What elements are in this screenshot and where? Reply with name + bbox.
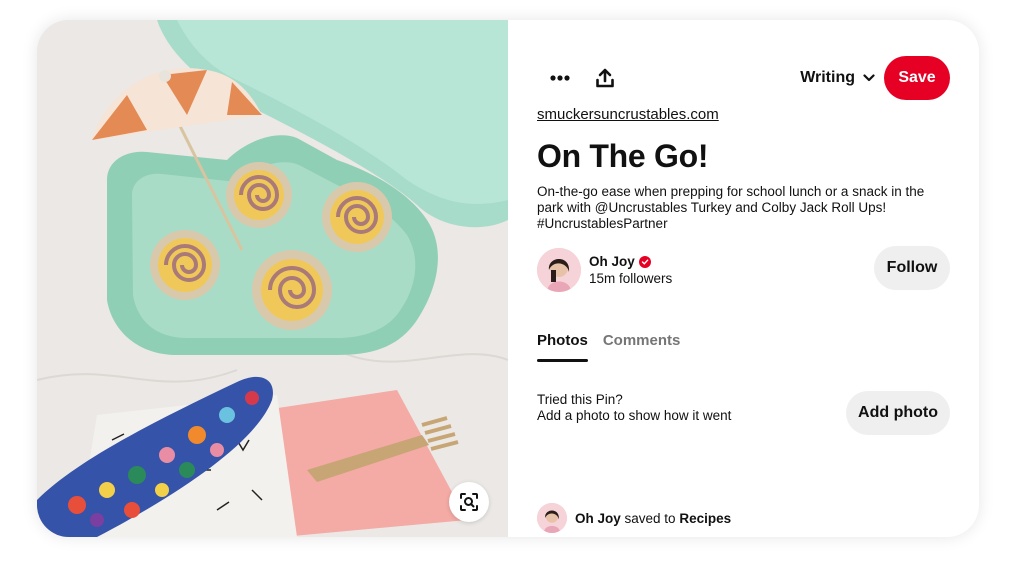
pin-tabs: Photos Comments: [537, 332, 680, 362]
board-selector-label: Writing: [800, 69, 855, 86]
pinwheel-2: [322, 182, 392, 252]
more-options-button[interactable]: [540, 58, 580, 98]
saver-name[interactable]: Oh Joy: [575, 511, 621, 526]
share-button[interactable]: [585, 58, 625, 98]
saved-attribution: Oh Joy saved to Recipes: [537, 503, 731, 533]
pin-image[interactable]: [37, 20, 508, 537]
pinwheel-4: [252, 250, 332, 330]
tab-photos[interactable]: Photos: [537, 332, 588, 362]
pinwheel-1: [226, 162, 292, 228]
creator-row: Oh Joy 15m followers Follow: [537, 246, 950, 294]
pinwheel-3: [150, 230, 220, 300]
saver-avatar[interactable]: [537, 503, 567, 533]
visual-search-button[interactable]: [449, 482, 489, 522]
ellipsis-icon: [550, 75, 570, 81]
pin-info-panel: Writing Save smuckersuncrustables.com On…: [508, 20, 979, 537]
tried-pin-subtitle: Add a photo to show how it went: [537, 408, 732, 423]
creator-name[interactable]: Oh Joy: [589, 254, 651, 269]
saver-avatar-image: [537, 503, 567, 533]
pin-toolbar: Writing Save: [508, 56, 979, 100]
chevron-down-icon: [863, 74, 875, 82]
verified-badge-icon: [638, 255, 651, 268]
pin-closeup-card: Writing Save smuckersuncrustables.com On…: [37, 20, 979, 537]
tab-comments[interactable]: Comments: [603, 332, 681, 360]
creator-avatar[interactable]: [537, 248, 581, 292]
add-photo-button[interactable]: Add photo: [846, 391, 950, 435]
share-upload-icon: [596, 68, 614, 88]
pin-description: On-the-go ease when prepping for school …: [537, 184, 925, 231]
tried-pin-title: Tried this Pin?: [537, 392, 623, 407]
saved-attribution-text: Oh Joy saved to Recipes: [575, 511, 731, 526]
saved-board-name[interactable]: Recipes: [679, 511, 731, 526]
follower-count: 15m followers: [589, 271, 673, 286]
creator-name-text: Oh Joy: [589, 254, 635, 269]
tried-pin-prompt: Tried this Pin? Add a photo to show how …: [537, 392, 731, 424]
board-selector[interactable]: Writing: [800, 56, 875, 100]
follow-button[interactable]: Follow: [874, 246, 950, 290]
creator-avatar-image: [537, 248, 581, 292]
visual-search-icon: [460, 493, 478, 511]
food-photo: [37, 20, 508, 537]
pin-title: On The Go!: [537, 138, 709, 174]
saved-to-text: saved to: [624, 510, 676, 526]
source-link[interactable]: smuckersuncrustables.com: [537, 106, 719, 123]
save-button[interactable]: Save: [884, 56, 950, 100]
